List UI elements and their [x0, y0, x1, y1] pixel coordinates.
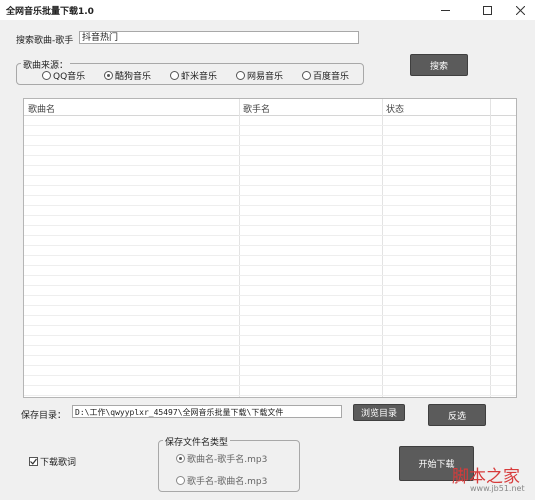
table-row-line: [24, 275, 516, 276]
browse-dir-button[interactable]: 浏览目录: [353, 404, 405, 421]
song-table[interactable]: 歌曲名 歌手名 状态: [23, 98, 517, 398]
filename-legend: 保存文件名类型: [163, 435, 231, 448]
download-lyrics-checkbox[interactable]: 下载歌词: [29, 455, 76, 468]
radio-qq[interactable]: [42, 71, 51, 80]
download-lyrics-label: 下载歌词: [40, 458, 77, 468]
table-row-line: [24, 155, 516, 156]
search-input[interactable]: 抖音热门: [79, 31, 359, 44]
table-row-line: [24, 145, 516, 146]
table-row-line: [24, 175, 516, 176]
table-row-line: [24, 325, 516, 326]
table-row-line: [24, 165, 516, 166]
watermark-url: www.jb51.net: [470, 484, 525, 493]
column-divider: [382, 99, 383, 397]
table-row-line: [24, 255, 516, 256]
column-status[interactable]: 状态: [386, 102, 404, 115]
radio-song-singer[interactable]: [176, 454, 185, 463]
column-singer-name[interactable]: 歌手名: [243, 102, 270, 115]
checkbox-icon[interactable]: [29, 457, 38, 466]
table-row-line: [24, 365, 516, 366]
table-row-line: [24, 265, 516, 266]
invert-selection-button[interactable]: 反选: [428, 404, 486, 426]
maximize-button[interactable]: [472, 0, 502, 20]
table-row-line: [24, 245, 516, 246]
table-row-line: [24, 375, 516, 376]
table-row-line: [24, 125, 516, 126]
table-row-line: [24, 205, 516, 206]
filename-option-song-singer[interactable]: 歌曲名-歌手名.mp3: [176, 452, 267, 465]
table-row-line: [24, 355, 516, 356]
table-row-line: [24, 385, 516, 386]
source-option-baidu[interactable]: 百度音乐: [302, 69, 349, 82]
source-option-qq[interactable]: QQ音乐: [42, 69, 85, 82]
source-option-kugou[interactable]: 酷狗音乐: [104, 69, 151, 82]
save-dir-input[interactable]: D:\工作\qwyyplxr_45497\全网音乐批量下载\下载文件: [72, 405, 342, 418]
table-row-line: [24, 295, 516, 296]
column-song-name[interactable]: 歌曲名: [28, 102, 55, 115]
window-title: 全网音乐批量下载1.0: [6, 7, 94, 17]
save-dir-label: 保存目录：: [21, 411, 67, 421]
radio-baidu[interactable]: [302, 71, 311, 80]
table-row-line: [24, 395, 516, 396]
table-row-line: [24, 285, 516, 286]
radio-netease[interactable]: [236, 71, 245, 80]
search-button[interactable]: 搜索: [410, 54, 468, 76]
table-header: 歌曲名 歌手名 状态: [24, 99, 516, 116]
table-row-line: [24, 135, 516, 136]
source-option-xiami[interactable]: 虾米音乐: [170, 69, 217, 82]
column-divider: [490, 99, 491, 397]
minimize-button[interactable]: [430, 0, 460, 20]
source-option-netease[interactable]: 网易音乐: [236, 69, 283, 82]
table-row-line: [24, 315, 516, 316]
filename-option-singer-song[interactable]: 歌手名-歌曲名.mp3: [176, 474, 267, 487]
radio-singer-song[interactable]: [176, 476, 185, 485]
close-icon: [515, 5, 525, 15]
radio-kugou[interactable]: [104, 71, 113, 80]
table-row-line: [24, 345, 516, 346]
title-bar: 全网音乐批量下载1.0: [0, 0, 535, 20]
column-divider: [239, 99, 240, 397]
table-row-line: [24, 305, 516, 306]
table-row-line: [24, 235, 516, 236]
radio-xiami[interactable]: [170, 71, 179, 80]
table-row-line: [24, 225, 516, 226]
maximize-icon: [482, 5, 492, 15]
table-row-line: [24, 215, 516, 216]
minimize-icon: [440, 9, 450, 11]
search-label: 搜索歌曲-歌手: [16, 36, 74, 46]
table-row-line: [24, 335, 516, 336]
table-row-line: [24, 195, 516, 196]
table-row-line: [24, 185, 516, 186]
close-button[interactable]: [505, 0, 535, 20]
